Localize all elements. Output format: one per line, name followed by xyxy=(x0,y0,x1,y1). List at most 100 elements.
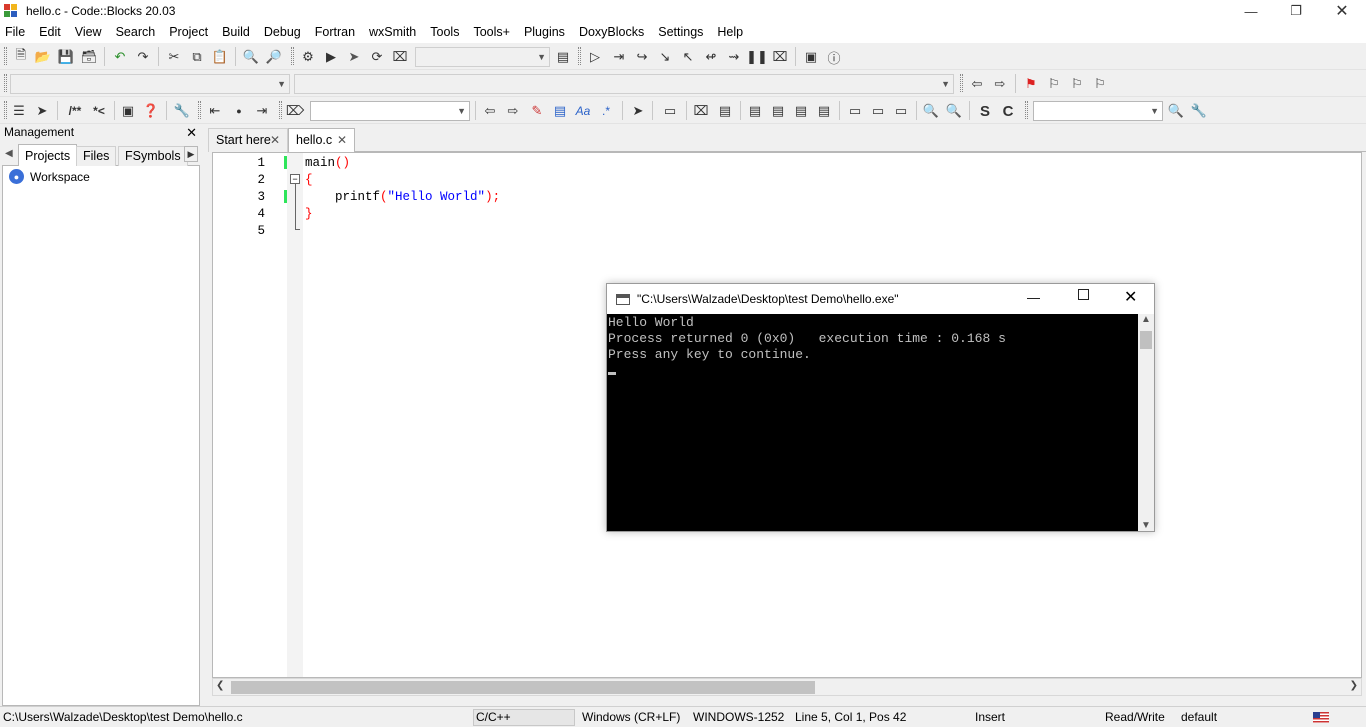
build-gear-icon[interactable]: ⚙ xyxy=(299,48,317,66)
nassi-c-button[interactable]: C xyxy=(999,102,1017,120)
flow-while-icon[interactable]: ▤ xyxy=(746,102,764,120)
config-wrench-icon[interactable]: 🔧 xyxy=(173,102,191,120)
restore-button[interactable]: ❐ xyxy=(1273,0,1319,22)
paste-icon[interactable]: 📋 xyxy=(211,48,229,66)
close-button[interactable]: ✕ xyxy=(1319,0,1365,22)
flow-break-icon[interactable]: ▭ xyxy=(846,102,864,120)
break-debugger-icon[interactable]: ❚❚ xyxy=(746,48,768,66)
menu-plugins[interactable]: Plugins xyxy=(517,22,572,43)
settings-wrench-icon[interactable]: 🔧 xyxy=(1190,102,1208,120)
build-and-run-icon[interactable]: ➤ xyxy=(345,48,363,66)
console-scrollbar[interactable]: ▲ ▼ xyxy=(1138,314,1154,531)
search-next-icon[interactable]: ⇨ xyxy=(504,102,522,120)
tab-files[interactable]: Files xyxy=(76,146,117,166)
scope-select[interactable]: ▼ xyxy=(10,74,290,94)
toolbar-grip[interactable] xyxy=(578,47,581,65)
zoom-out-icon[interactable]: 🔍 xyxy=(945,102,963,120)
doxywizard-icon[interactable]: ☰ xyxy=(10,102,28,120)
replace-icon[interactable]: 🔎 xyxy=(265,48,283,66)
next-bookmark-icon[interactable]: ⚐ xyxy=(1068,75,1086,93)
workspace-node[interactable]: ● Workspace xyxy=(9,169,90,184)
goto-prev-changed-icon[interactable]: ⇤ xyxy=(206,102,224,120)
maximize-button[interactable] xyxy=(1078,289,1089,300)
menu-help[interactable]: Help xyxy=(710,22,750,43)
next-line-icon[interactable]: ↪ xyxy=(633,48,651,66)
close-tab-icon[interactable]: ✕ xyxy=(270,129,280,151)
save-icon[interactable]: 💾 xyxy=(57,48,75,66)
chevron-left-icon[interactable]: ◀ xyxy=(5,148,13,159)
flow-sequence-icon[interactable]: ▤ xyxy=(815,102,833,120)
menu-debug[interactable]: Debug xyxy=(257,22,308,43)
flow-decision-icon[interactable]: ⌧ xyxy=(692,102,710,120)
debug-windows-icon[interactable]: ▣ xyxy=(802,48,820,66)
undo-icon[interactable]: ↶ xyxy=(111,48,129,66)
copy-icon[interactable]: ⧉ xyxy=(188,48,206,66)
close-icon[interactable]: ✕ xyxy=(186,125,197,141)
menu-settings[interactable]: Settings xyxy=(651,22,710,43)
close-tab-icon[interactable]: ✕ xyxy=(337,129,347,151)
run-icon[interactable]: ▶ xyxy=(322,48,340,66)
console-output[interactable]: Hello World Process returned 0 (0x0) exec… xyxy=(607,314,1138,531)
scroll-right-icon[interactable]: ❯ xyxy=(1350,680,1358,691)
incremental-search-input[interactable]: ▼ xyxy=(310,101,470,121)
find-icon[interactable]: 🔍 xyxy=(242,48,260,66)
clear-bookmarks-icon[interactable]: ⚐ xyxy=(1091,75,1109,93)
menu-tools[interactable]: Tools xyxy=(423,22,466,43)
scroll-left-icon[interactable]: ❮ xyxy=(216,680,224,691)
menu-view[interactable]: View xyxy=(68,22,109,43)
menu-fortran[interactable]: Fortran xyxy=(308,22,362,43)
step-into-icon[interactable]: ↘ xyxy=(656,48,674,66)
close-button[interactable]: ✕ xyxy=(1124,287,1137,307)
tab-start-here[interactable]: Start here ✕ xyxy=(208,128,288,152)
toolbar-grip[interactable] xyxy=(4,101,7,119)
function-select[interactable]: ▼ xyxy=(294,74,954,94)
flow-block-icon[interactable]: ▭ xyxy=(661,102,679,120)
flow-switch-icon[interactable]: ▤ xyxy=(716,102,734,120)
stop-debugger-icon[interactable]: ⌧ xyxy=(771,48,789,66)
toggle-bookmark-icon[interactable]: ⚑ xyxy=(1022,75,1040,93)
search-symbol-icon[interactable]: 🔍 xyxy=(1167,102,1185,120)
tab-fsymbols[interactable]: FSymbols xyxy=(118,146,188,166)
flow-return-icon[interactable]: ▭ xyxy=(892,102,910,120)
menu-wxsmith[interactable]: wxSmith xyxy=(362,22,423,43)
selected-text-only-icon[interactable]: ▤ xyxy=(551,102,569,120)
menu-project[interactable]: Project xyxy=(162,22,215,43)
toolbar-grip[interactable] xyxy=(4,74,7,92)
clear-search-icon[interactable]: ⌦ xyxy=(286,102,304,120)
flow-for-icon[interactable]: ▤ xyxy=(792,102,810,120)
symbol-search-input[interactable]: ▼ xyxy=(1033,101,1163,121)
scroll-up-icon[interactable]: ▲ xyxy=(1141,314,1151,325)
redo-icon[interactable]: ↷ xyxy=(134,48,152,66)
new-file-icon[interactable]: 🗎 xyxy=(12,47,30,66)
menu-search[interactable]: Search xyxy=(109,22,163,43)
toolbar-grip[interactable] xyxy=(1025,101,1028,119)
scroll-thumb[interactable] xyxy=(231,681,815,694)
next-instruction-icon[interactable]: ↫ xyxy=(702,48,720,66)
run-chm-icon[interactable]: ❓ xyxy=(142,102,160,120)
open-file-icon[interactable]: 📂 xyxy=(34,48,52,66)
save-all-icon[interactable]: 🗃 xyxy=(80,48,98,66)
step-out-icon[interactable]: ↖ xyxy=(679,48,697,66)
goto-changed-icon[interactable]: ● xyxy=(230,102,248,120)
toolbar-grip[interactable] xyxy=(279,101,282,119)
menu-tools-plus[interactable]: Tools+ xyxy=(466,22,516,43)
debug-continue-icon[interactable]: ▷ xyxy=(586,48,604,66)
rebuild-icon[interactable]: ⟳ xyxy=(368,48,386,66)
run-html-icon[interactable]: ▣ xyxy=(119,102,137,120)
debug-info-icon[interactable]: ⓘ xyxy=(825,48,843,66)
flow-dowhile-icon[interactable]: ▤ xyxy=(769,102,787,120)
select-target-icon[interactable]: ▤ xyxy=(554,48,572,66)
fold-collapse-icon[interactable]: − xyxy=(290,174,300,184)
flow-continue-icon[interactable]: ▭ xyxy=(869,102,887,120)
abort-icon[interactable]: ⌧ xyxy=(391,48,409,66)
jump-forward-icon[interactable]: ⇨ xyxy=(991,75,1009,93)
block-comment-button[interactable]: /** xyxy=(63,102,87,120)
toolbar-grip[interactable] xyxy=(960,74,963,92)
goto-next-changed-icon[interactable]: ⇥ xyxy=(253,102,271,120)
chevron-right-icon[interactable]: ▶ xyxy=(184,146,198,162)
toolbar-grip[interactable] xyxy=(4,47,7,65)
menu-edit[interactable]: Edit xyxy=(32,22,68,43)
toolbar-grip[interactable] xyxy=(198,101,201,119)
build-target-select[interactable]: ▼ xyxy=(415,47,550,67)
select-pointer-icon[interactable]: ➤ xyxy=(629,102,647,120)
